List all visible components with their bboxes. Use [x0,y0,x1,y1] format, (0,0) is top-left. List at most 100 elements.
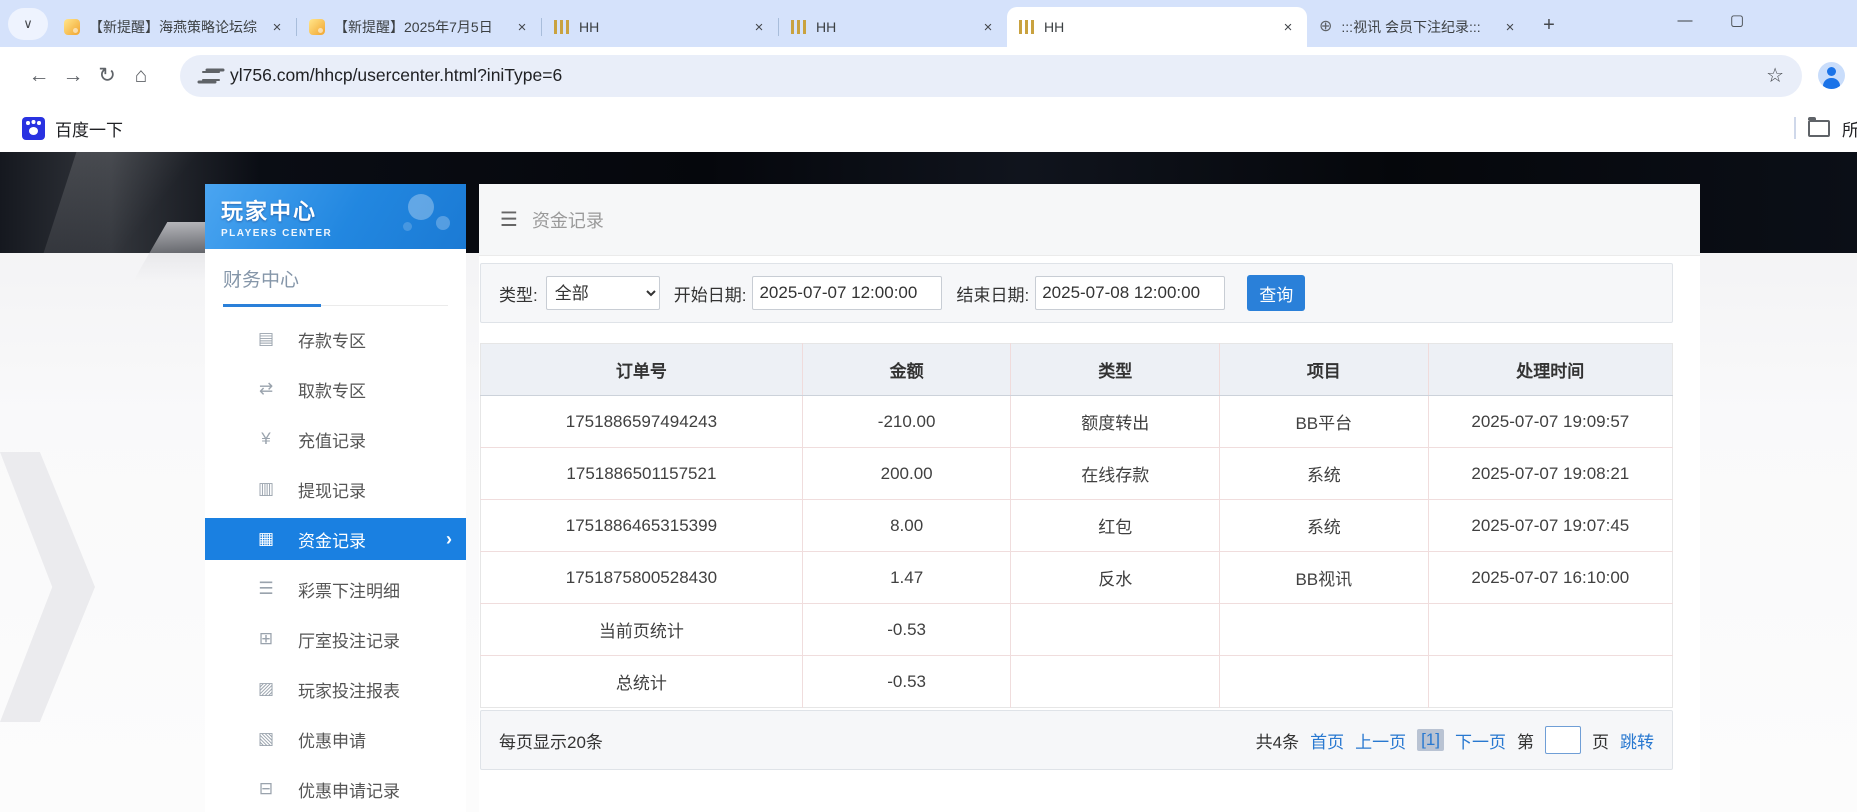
table-cell: 当前页统计 [481,604,803,656]
sidebar-item-label: 优惠申请记录 [298,777,400,802]
type-label: 类型: [499,281,538,306]
tab-search-button[interactable]: ∨ [8,8,48,40]
table-cell [1428,604,1672,656]
tab-strip: ∨ 【新提醒】海燕策略论坛综×【新提醒】2025年7月5日×HH×HH×HH×⊕… [0,0,1857,47]
new-tab-button[interactable]: + [1535,11,1563,39]
tab-close-icon[interactable]: × [268,18,286,36]
tab-close-icon[interactable]: × [1279,18,1297,36]
url-text[interactable]: yl756.com/hhcp/usercenter.html?iniType=6 [230,65,1766,86]
site-logo-icon [791,20,807,34]
address-bar[interactable]: yl756.com/hhcp/usercenter.html?iniType=6… [180,55,1802,97]
table-row: 当前页统计-0.53 [481,604,1673,656]
type-select[interactable]: 全部 [546,276,660,310]
table-cell: 反水 [1011,552,1220,604]
browser-tab[interactable]: HH × [542,7,778,47]
all-bookmarks-label: 所 [1842,116,1857,141]
search-button[interactable]: 查询 [1247,275,1305,311]
page-size-label: 每页显示20条 [499,728,603,753]
header-cell: 金额 [802,344,1011,396]
table-cell: 1751875800528430 [481,552,803,604]
sidebar-item[interactable]: ¥充值记录 [205,418,466,460]
sidebar-item[interactable]: ☰彩票下注明细 [205,568,466,610]
table-cell: -0.53 [802,656,1011,708]
pagination-bar: 每页显示20条 共4条 首页 上一页 [1] 下一页 第 页 跳转 [480,710,1673,770]
table-cell: BB平台 [1220,396,1429,448]
maximize-button[interactable]: ▢ [1720,5,1754,35]
next-page-link[interactable]: 下一页 [1455,728,1506,753]
sidebar-item-label: 厅室投注记录 [298,627,400,652]
bookmark-baidu[interactable]: 百度一下 [22,116,123,141]
table-cell: 红包 [1011,500,1220,552]
sidebar-item[interactable]: ▤ 存款专区 [205,318,466,360]
sidebar-item[interactable]: ▦资金记录› [205,518,466,560]
sidebar-item[interactable]: ▧优惠申请 [205,718,466,760]
home-button[interactable]: ⌂ [124,59,158,93]
table-cell: 2025-07-07 19:08:21 [1428,448,1672,500]
end-date-input[interactable] [1035,276,1225,310]
table-cell: 200.00 [802,448,1011,500]
tab-title: HH [1044,19,1270,35]
jump-button[interactable]: 跳转 [1620,728,1654,753]
deposit-card-icon: ▤ [255,329,277,349]
reload-button[interactable]: ↻ [90,59,124,93]
table-cell [1011,656,1220,708]
minimize-button[interactable]: — [1668,5,1702,35]
table-cell: 额度转出 [1011,396,1220,448]
tab-close-icon[interactable]: × [513,18,531,36]
prev-page-link[interactable]: 上一页 [1355,728,1406,753]
current-page-indicator: [1] [1417,729,1444,751]
first-page-link[interactable]: 首页 [1310,728,1344,753]
browser-tab[interactable]: ⊕:::视讯 会员下注纪录:::× [1307,7,1529,47]
promo-record-icon: ⊟ [255,779,277,799]
sidebar-item-label: 玩家投注报表 [298,677,400,702]
sidebar-item-label: 存款专区 [298,327,366,352]
browser-tab[interactable]: HH × [1007,7,1307,47]
browser-tab[interactable]: 【新提醒】2025年7月5日× [297,7,541,47]
sidebar-item[interactable]: ⊞厅室投注记录 [205,618,466,660]
tab-title: HH [579,19,741,35]
bookmarks-bar: 百度一下 所 [0,104,1857,153]
pagination-controls: 共4条 首页 上一页 [1] 下一页 第 页 跳转 [1256,726,1654,754]
all-bookmarks-button[interactable]: 所 [1794,104,1857,152]
report-chart-icon: ▨ [255,679,277,699]
sidebar-item[interactable]: ▨ 玩家投注报表 [205,668,466,710]
jump-page-input[interactable] [1545,726,1581,754]
funds-table: 订单号金额类型项目处理时间 1751886597494243-210.00额度转… [480,343,1673,708]
tab-close-icon[interactable]: × [1501,18,1519,36]
table-row: 1751886597494243-210.00额度转出BB平台2025-07-0… [481,396,1673,448]
profile-avatar[interactable] [1818,62,1845,89]
table-cell [1220,656,1429,708]
tab-close-icon[interactable]: × [750,18,768,36]
sidebar-item[interactable]: ▥提现记录 [205,468,466,510]
browser-tab[interactable]: 【新提醒】海燕策略论坛综× [52,7,296,47]
header-cell: 类型 [1011,344,1220,396]
lottery-list-icon: ☰ [255,579,277,599]
browser-tab[interactable]: HH× [779,7,1007,47]
table-cell: 1751886597494243 [481,396,803,448]
back-button[interactable]: ← [22,59,56,93]
table-cell: -0.53 [802,604,1011,656]
hamburger-icon[interactable]: ☰ [500,207,518,232]
table-cell: 1751886465315399 [481,500,803,552]
jump-suffix-label: 页 [1592,728,1609,753]
tab-close-icon[interactable]: × [979,18,997,36]
sidebar-item[interactable]: ⇄取款专区 [205,368,466,410]
jump-prefix-label: 第 [1517,728,1534,753]
sidebar-item[interactable]: ⊟ 优惠申请记录 [205,768,466,810]
header-cell: 订单号 [481,344,803,396]
tab-title: :::视讯 会员下注纪录::: [1341,17,1492,37]
start-date-label: 开始日期: [674,281,747,306]
wallet-icon: ▥ [255,479,277,499]
start-date-input[interactable] [752,276,942,310]
forward-button[interactable]: → [56,59,90,93]
table-row: 17518864653153998.00红包系统2025-07-07 19:07… [481,500,1673,552]
table-row: 17518758005284301.47反水BB视讯2025-07-07 16:… [481,552,1673,604]
browser-window: ∨ 【新提醒】海燕策略论坛综×【新提醒】2025年7月5日×HH×HH×HH×⊕… [0,0,1857,812]
site-logo-icon [1019,20,1035,34]
sidebar-menu: ▤ 存款专区 ⇄取款专区 ¥充值记录 ▥提现记录 ▦资金记录› ☰彩票下注明细 ⊞厅室投注记录… [205,318,466,810]
header-cell: 项目 [1220,344,1429,396]
withdraw-hand-icon: ⇄ [255,379,277,399]
site-settings-icon[interactable] [202,69,220,83]
tabs-container: 【新提醒】海燕策略论坛综×【新提醒】2025年7月5日×HH×HH×HH×⊕::… [52,0,1563,47]
bookmark-star-icon[interactable]: ☆ [1766,63,1784,88]
